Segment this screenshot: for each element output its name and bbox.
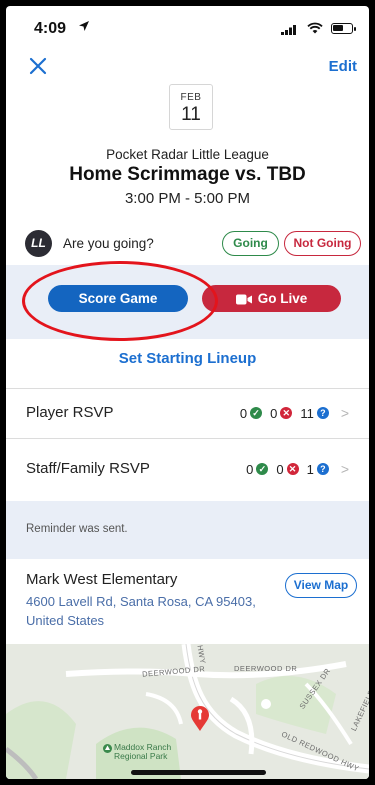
battery-icon	[331, 23, 356, 34]
chevron-right-icon: >	[340, 461, 349, 477]
clock: 4:09	[34, 20, 67, 37]
rsvp-counts: 0 ✓ 0 ✕ 11? >	[240, 405, 349, 421]
x-circle-icon: ✕	[286, 463, 299, 475]
park-icon	[103, 744, 112, 753]
unknown-count: 1	[306, 461, 314, 477]
battery-level	[333, 25, 343, 31]
cellular-signal-icon	[281, 25, 296, 35]
rsvp-question: Are you going?	[63, 236, 154, 251]
score-game-button[interactable]: Score Game	[48, 285, 188, 312]
league-name: Pocket Radar Little League	[106, 147, 269, 162]
wifi-icon	[307, 22, 323, 34]
rsvp-counts: 0 ✓ 0 ✕ 1? >	[246, 461, 349, 477]
app-screen: 4:09 Edit FEB 11 Pocket Radar Little Lea…	[6, 6, 369, 779]
no-count: 0	[270, 405, 278, 421]
question-circle-icon: ?	[316, 407, 329, 419]
chevron-right-icon: >	[340, 405, 349, 421]
rsvp-row-label: Player RSVP	[26, 404, 114, 421]
date-card: FEB 11	[169, 84, 213, 130]
team-avatar: LL	[25, 230, 52, 257]
x-circle-icon: ✕	[280, 407, 293, 419]
edit-button[interactable]: Edit	[329, 58, 357, 75]
status-bar: 4:09	[6, 6, 369, 50]
view-map-button[interactable]: View Map	[285, 573, 357, 598]
map-view[interactable]: DEERWOOD DR DEERWOOD DR OLD REDWOOD HWY …	[6, 644, 369, 779]
event-title: Home Scrimmage vs. TBD	[69, 164, 306, 185]
staff-rsvp-row[interactable]: Staff/Family RSVP 0 ✓ 0 ✕ 1? >	[6, 444, 369, 494]
divider	[6, 438, 369, 439]
map-street-label: DEERWOOD DR	[234, 664, 298, 673]
location-arrow-icon	[79, 21, 89, 31]
go-live-button[interactable]: Go Live	[202, 285, 341, 312]
go-live-label: Go Live	[257, 291, 308, 306]
question-circle-icon: ?	[316, 463, 329, 475]
reminder-banner: Reminder was sent.	[6, 501, 369, 559]
check-circle-icon: ✓	[256, 463, 269, 475]
event-time: 3:00 PM - 5:00 PM	[124, 190, 251, 207]
close-icon[interactable]	[28, 56, 48, 76]
going-button[interactable]: Going	[222, 231, 279, 256]
player-rsvp-row[interactable]: Player RSVP 0 ✓ 0 ✕ 11? >	[6, 388, 369, 438]
video-camera-icon	[235, 294, 252, 305]
venue-address: 4600 Lavell Rd, Santa Rosa, CA 95403, Un…	[26, 594, 256, 628]
park-label: Maddox Ranch Regional Park	[114, 742, 172, 761]
yes-count: 0	[246, 461, 254, 477]
rsvp-row-label: Staff/Family RSVP	[26, 460, 150, 477]
not-going-button[interactable]: Not Going	[284, 231, 361, 256]
home-indicator[interactable]	[131, 770, 266, 775]
map-roads	[6, 644, 369, 779]
map-pin-icon	[191, 706, 209, 731]
unknown-count: 11	[300, 405, 314, 421]
event-day: 11	[181, 104, 201, 125]
no-count: 0	[276, 461, 284, 477]
set-starting-lineup-link[interactable]: Set Starting Lineup	[6, 350, 369, 367]
reminder-text: Reminder was sent.	[26, 523, 128, 535]
event-month: FEB	[180, 92, 202, 103]
venue-name: Mark West Elementary	[26, 571, 178, 588]
check-circle-icon: ✓	[250, 407, 263, 419]
yes-count: 0	[239, 405, 248, 421]
